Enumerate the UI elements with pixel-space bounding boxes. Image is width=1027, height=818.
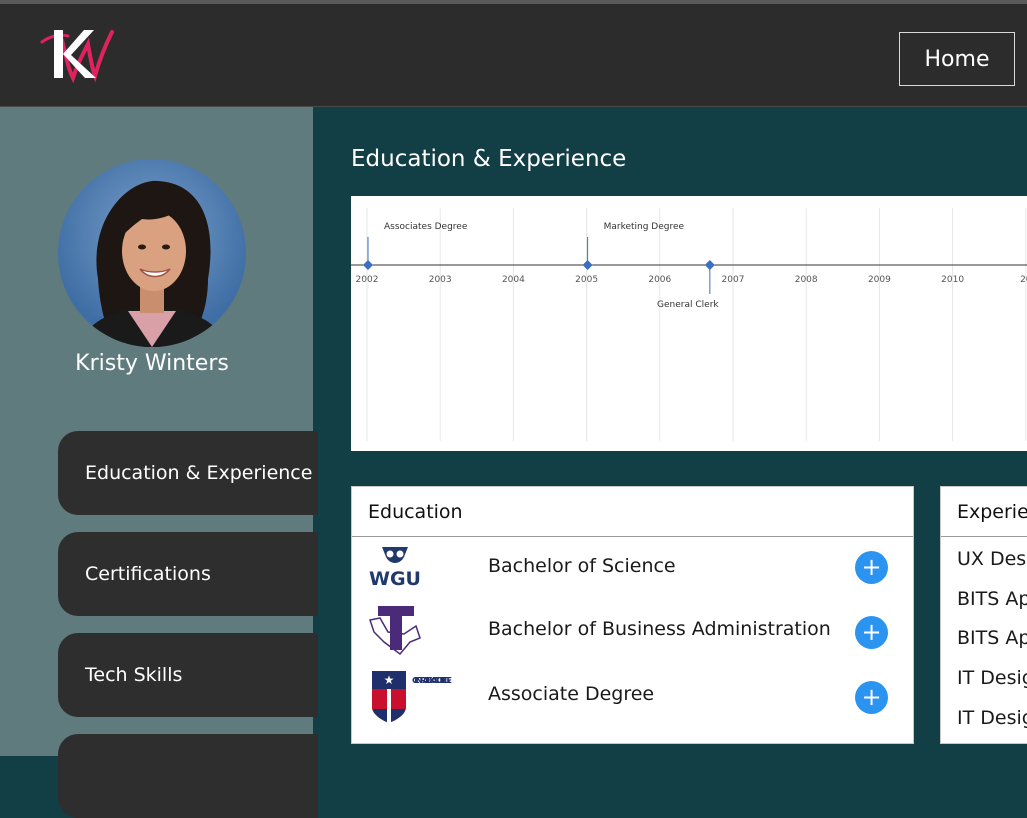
nav-item-more[interactable]	[58, 734, 318, 818]
wgu-logo-icon: WGU	[364, 543, 426, 601]
timeline-year-label: 2008	[795, 275, 818, 285]
experience-card: Experience UX Desi BITS Ap BITS Ap IT De…	[940, 486, 1027, 744]
ctc-logo-text: CENTRAL TEXAS COLLEGE	[412, 676, 452, 685]
kw-logo-icon[interactable]	[40, 22, 116, 84]
education-item-label: Bachelor of Business Administration	[488, 618, 831, 640]
timeline-year-label: 2007	[722, 275, 745, 285]
nav-certifications[interactable]: Certifications	[58, 532, 318, 616]
expand-plus-button[interactable]: +	[855, 616, 888, 649]
profile-avatar	[58, 159, 246, 347]
experience-title: Experience	[941, 487, 1027, 537]
timeline-event-label: General Clerk	[657, 300, 719, 310]
timeline-year-label: 2005	[575, 275, 598, 285]
timeline-event-label: Marketing Degree	[604, 222, 685, 232]
experience-item[interactable]: IT Desig	[957, 707, 1027, 729]
svg-text:★: ★	[384, 673, 395, 687]
timeline-year-label: 2003	[429, 275, 452, 285]
nav-item-label: Education & Experience	[85, 462, 313, 484]
timeline-year-label: 2009	[868, 275, 891, 285]
central-texas-college-logo-icon: ★ CENTRAL TEXAS COLLEGE	[364, 667, 452, 725]
timeline-event-marker	[582, 260, 593, 270]
nav-tech-skills[interactable]: Tech Skills	[58, 633, 318, 717]
timeline-year-label: 2006	[648, 275, 671, 285]
nav-education-experience[interactable]: Education & Experience	[58, 431, 318, 515]
home-button[interactable]: Home	[899, 32, 1015, 86]
education-row: WGU Bachelor of Science +	[352, 539, 913, 601]
timeline-year-label: 2010	[941, 275, 964, 285]
profile-name: Kristy Winters	[75, 351, 229, 376]
page-title: Education & Experience	[351, 146, 627, 172]
experience-item[interactable]: UX Desi	[957, 548, 1027, 570]
expand-plus-button[interactable]: +	[855, 551, 888, 584]
nav-item-label: Tech Skills	[85, 664, 183, 686]
app-header: Home	[0, 4, 1027, 107]
timeline-chart: 2002 2003 2004 2005 2006 2007 2008 2009 2010 20 As…	[351, 196, 1027, 451]
timeline-event-label: Associates Degree	[384, 222, 468, 232]
timeline-year-label: 2002	[356, 275, 379, 285]
wgu-logo-text: WGU	[369, 568, 421, 590]
experience-item[interactable]: BITS Ap	[957, 588, 1027, 610]
timeline-event-marker	[704, 260, 715, 270]
education-title: Education	[352, 487, 913, 537]
timeline-year-label: 20	[1020, 275, 1027, 285]
expand-plus-button[interactable]: +	[855, 681, 888, 714]
timeline-event-marker	[363, 260, 373, 270]
education-row: ★ CENTRAL TEXAS COLLEGE Associate Degree…	[352, 667, 913, 727]
education-item-label: Associate Degree	[488, 683, 655, 705]
tarleton-t-logo-icon	[364, 602, 426, 660]
education-row: Bachelor of Business Administration +	[352, 602, 913, 662]
education-card: Education WGU Bachelor of Science + Bach…	[351, 486, 914, 744]
timeline-svg: 2002 2003 2004 2005 2006 2007 2008 2009 2010 20 As…	[351, 208, 1027, 441]
sidebar: Kristy Winters Education & Experience Ce…	[0, 107, 318, 818]
nav-item-label: Certifications	[85, 563, 211, 585]
experience-item[interactable]: IT Desig	[957, 667, 1027, 689]
timeline-year-label: 2004	[502, 275, 525, 285]
education-item-label: Bachelor of Science	[488, 555, 676, 577]
experience-item[interactable]: BITS Ap	[957, 627, 1027, 649]
